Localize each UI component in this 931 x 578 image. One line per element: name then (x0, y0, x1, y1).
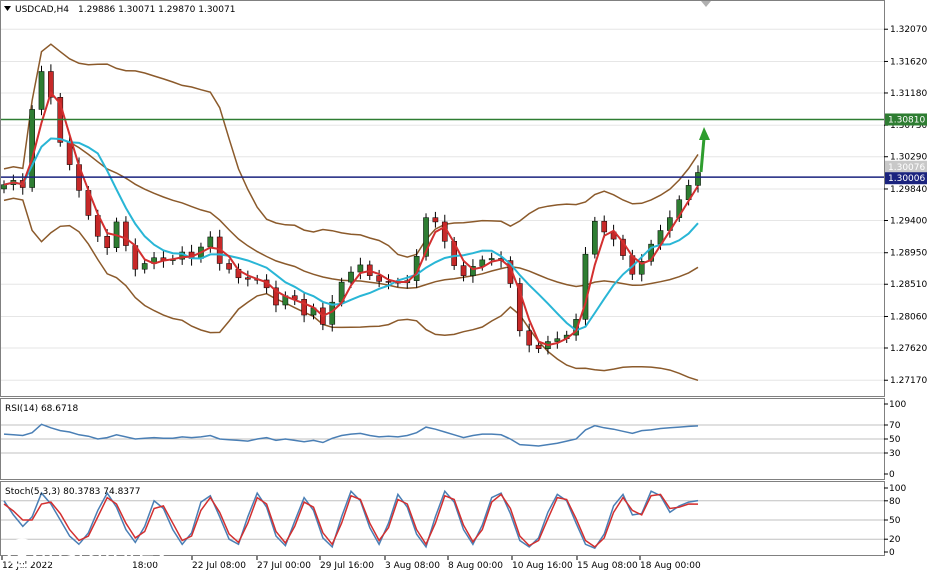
stoch-axis: 100 80 50 20 0 (884, 484, 906, 558)
current-price-tag: 1.30006 (888, 174, 925, 184)
y-tick-label: 70 (889, 421, 901, 431)
stoch-title: Stoch(5,3,3) 80.3783 74.8377 (5, 487, 140, 497)
x-tick-label: 3 Aug 08:00 (385, 561, 440, 571)
candle (592, 220, 598, 255)
main-panel-frame (0, 0, 885, 397)
candle (695, 172, 701, 186)
candle (301, 299, 307, 316)
x-tick-label: 15 Aug 08:00 (577, 561, 638, 571)
y-tick-label: 50 (889, 435, 901, 445)
chart-stage: 1.320701.316201.311801.307301.302901.298… (0, 0, 927, 577)
instaforex-logo-core (17, 548, 27, 558)
candle (348, 271, 354, 283)
y-tick-label: 1.31620 (890, 57, 927, 67)
candle (488, 258, 495, 261)
y-tick-label: 100 (889, 400, 906, 410)
x-tick-label: 22 Jul 08:00 (192, 561, 246, 571)
instaforex-watermark: instaforex Instant Forex Trading (7, 538, 169, 577)
candle (357, 264, 364, 273)
candle (1, 184, 7, 190)
candle (245, 277, 251, 280)
y-tick-label: 1.28060 (890, 312, 927, 322)
candle (38, 71, 45, 110)
candle (123, 221, 129, 246)
x-tick-label: 8 Aug 00:00 (448, 561, 503, 571)
y-tick-label: 20 (889, 535, 901, 545)
candle (376, 275, 382, 282)
y-tick-label: 30 (889, 449, 901, 459)
y-tick-label: 1.29400 (890, 216, 927, 226)
candle (460, 265, 467, 276)
y-tick-label: 1.29840 (890, 185, 927, 195)
resistance-price-tag: 1.30810 (888, 115, 925, 125)
x-tick-label: 29 Jul 16:00 (320, 561, 374, 571)
y-tick-label: 1.31180 (890, 89, 927, 99)
ask-price-tag: 1.30076 (888, 163, 925, 173)
price-axis: 1.320701.316201.311801.307301.302901.298… (884, 25, 927, 386)
candle (432, 217, 439, 223)
x-tick-label: 10 Aug 16:00 (512, 561, 573, 571)
y-tick-label: 80 (889, 497, 901, 507)
y-tick-label: 50 (889, 516, 901, 526)
watermark-tagline: Instant Forex Trading (40, 566, 145, 577)
candle (385, 281, 392, 283)
symbol-label: USDCAD,H4 (15, 5, 69, 15)
x-tick-label: 18 Aug 00:00 (640, 561, 701, 571)
candle (66, 142, 73, 165)
candle (104, 236, 110, 248)
y-tick-label: 1.28950 (890, 249, 927, 259)
y-tick-label: 1.27170 (890, 376, 927, 386)
candle (226, 263, 232, 270)
watermark-brand: instaforex (40, 539, 169, 569)
x-tick-label: 27 Jul 00:00 (257, 561, 311, 571)
price-tags: 1.30810 1.300761.30006 (885, 113, 927, 185)
y-tick-label: 1.27620 (890, 344, 927, 354)
y-tick-label: 1.32070 (890, 25, 927, 35)
y-tick-label: 1.28510 (890, 280, 927, 290)
rsi-axis: 100 70 50 30 0 (884, 400, 906, 480)
y-tick-label: 0 (889, 470, 895, 480)
candle (526, 330, 533, 346)
y-tick-label: 0 (889, 548, 895, 558)
candle (207, 236, 214, 248)
candle (141, 263, 148, 270)
candle (535, 344, 542, 349)
ohlc-label: 1.29886 1.30071 1.29870 1.30071 (78, 5, 235, 15)
candle (601, 220, 608, 233)
rsi-title: RSI(14) 68.6718 (5, 404, 78, 414)
y-tick-label: 100 (889, 484, 906, 494)
